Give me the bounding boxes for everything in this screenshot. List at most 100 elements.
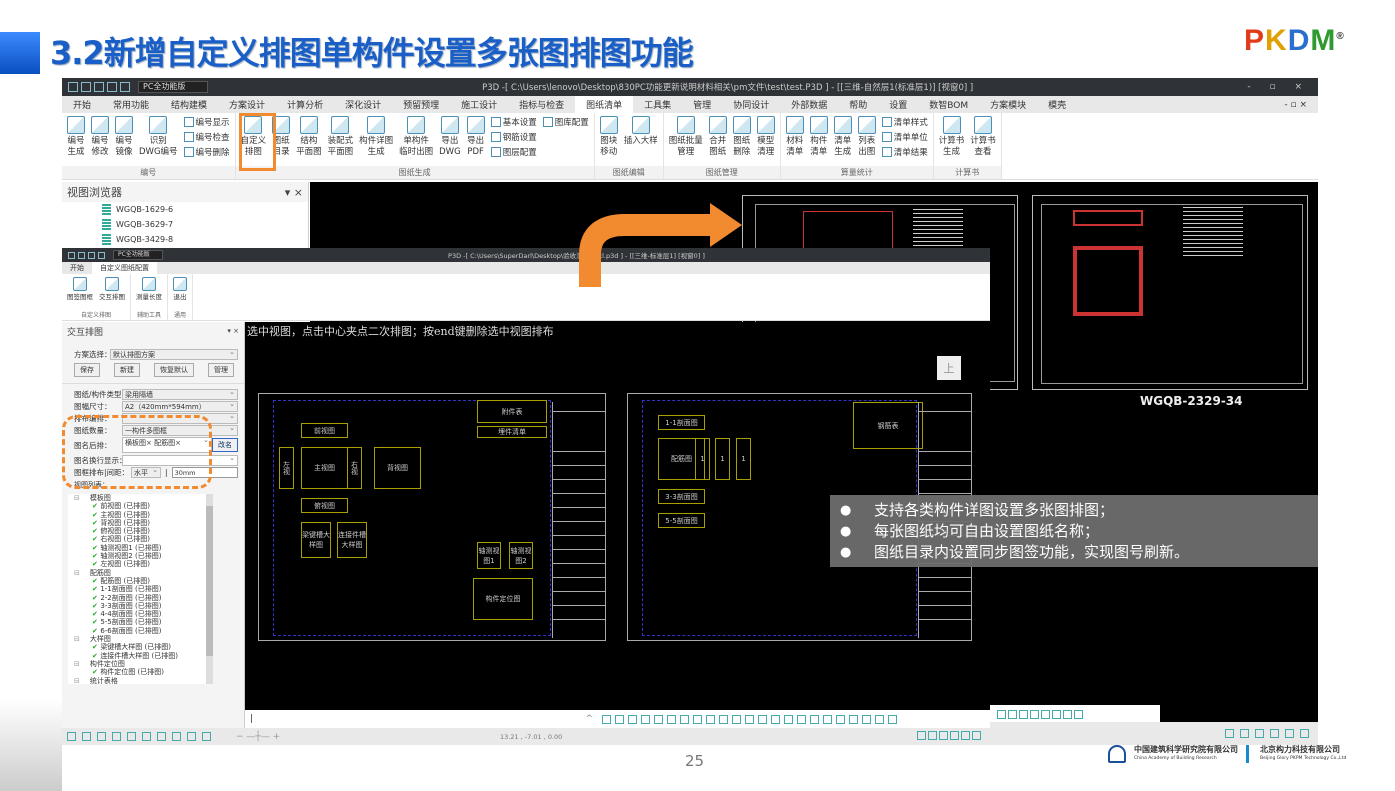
scheme-button-3[interactable]: 管理 xyxy=(208,363,234,377)
status-tool-icon[interactable] xyxy=(187,732,196,741)
status-tool-icon[interactable] xyxy=(82,732,91,741)
tab-2[interactable]: 结构建模 xyxy=(160,96,218,113)
view-placeholder[interactable]: 右视 xyxy=(347,447,362,489)
outer-view-toolbar[interactable] xyxy=(990,705,1160,723)
tree-group[interactable]: ⊟ 统计表格 xyxy=(74,677,206,684)
tree-group[interactable]: ⊟ 构件定位图 xyxy=(74,660,206,668)
tree-item[interactable]: ✔ 1-1剖面图 (已排图) xyxy=(74,585,206,593)
tab-8[interactable]: 指标与检查 xyxy=(508,96,575,113)
zoom-slider[interactable]: − —┼— + xyxy=(236,732,296,742)
tab-3[interactable]: 方案设计 xyxy=(218,96,276,113)
ribbon-button[interactable]: 计算书 查看 xyxy=(967,116,999,166)
status-tool-icon[interactable] xyxy=(67,732,76,741)
tree-expander-icon[interactable]: ⊟ xyxy=(74,569,80,577)
view-placeholder[interactable]: 3-3剖面图 xyxy=(658,489,705,504)
ribbon-button[interactable]: 构件详图 生成 xyxy=(356,116,396,166)
ribbon-button[interactable]: 材料 清单 xyxy=(783,116,807,166)
panel-close-icon[interactable]: ▾ × xyxy=(285,186,303,199)
ribbon-small-button[interactable]: 编号显示 xyxy=(183,116,230,128)
ribbon-button[interactable]: 装配式 平面图 xyxy=(325,116,357,166)
ribbon-button[interactable]: 编号 镜像 xyxy=(112,116,136,166)
ribbon-button[interactable]: 合并 图纸 xyxy=(706,116,730,166)
status-tool-icon[interactable] xyxy=(97,732,106,741)
view-browser-item[interactable]: WGQB-3429-8 xyxy=(102,232,308,247)
view-cube-top-button[interactable]: 上 xyxy=(937,356,961,380)
ribbon-small-button[interactable]: 清单样式 xyxy=(881,116,928,128)
view-placeholder[interactable]: 1 xyxy=(736,438,751,480)
tree-item[interactable]: ✔ 背视图 (已排图) xyxy=(74,519,206,527)
tab-15[interactable]: 设置 xyxy=(878,96,918,113)
view-placeholder[interactable]: 梁键槽大样图 xyxy=(301,522,331,558)
scheme-button-0[interactable]: 保存 xyxy=(74,363,100,377)
ribbon-button[interactable]: 构件 清单 xyxy=(807,116,831,166)
quick-access-toolbar[interactable] xyxy=(62,82,130,92)
view-placeholder[interactable]: 钢筋表 xyxy=(853,402,923,449)
wrap-select[interactable] xyxy=(122,454,238,466)
view-browser-item[interactable]: WGQB-3629-7 xyxy=(102,217,308,232)
tree-item[interactable]: ✔ 3-3剖面图 (已排图) xyxy=(74,602,206,610)
inner-ribbon-button[interactable]: 退出 xyxy=(170,277,190,311)
tab-0[interactable]: 开始 xyxy=(62,96,102,113)
tab-16[interactable]: 数智BOM xyxy=(918,96,979,113)
view-placeholder[interactable]: 5-5剖面图 xyxy=(658,513,705,528)
layout-direction-select[interactable]: 水平 xyxy=(131,466,162,478)
inner-ribbon-button[interactable]: 测量长度 xyxy=(133,277,165,311)
ribbon-button[interactable]: 列表 出图 xyxy=(855,116,879,166)
view-browser-item[interactable]: WGQB-1629-6 xyxy=(102,202,308,217)
inner-mode-select[interactable]: PC全功能版 xyxy=(113,250,163,260)
tab-6[interactable]: 预留预埋 xyxy=(392,96,450,113)
window-controls[interactable]: - ▫ × xyxy=(1247,82,1318,92)
ribbon-small-button[interactable]: 编号删除 xyxy=(183,146,230,158)
outer-status-bar[interactable] xyxy=(990,722,1318,745)
inner-ribbon-button[interactable]: 图签图框 xyxy=(64,277,96,311)
view-placeholder[interactable]: 构件定位图 xyxy=(473,578,533,620)
gap-input[interactable]: 30mm xyxy=(171,466,238,478)
ribbon-button[interactable]: 识别 DWG编号 xyxy=(136,116,181,166)
view-placeholder[interactable]: 主视图 xyxy=(301,447,348,489)
panel-close-icon[interactable]: ▾ × xyxy=(227,327,239,335)
tree-expander-icon[interactable]: ⊟ xyxy=(74,677,80,684)
tree-item[interactable]: ✔ 梁键槽大样图 (已排图) xyxy=(74,643,206,651)
ribbon-small-button[interactable]: 基本设置 xyxy=(490,116,537,128)
view-placeholder[interactable]: 1 xyxy=(715,438,730,480)
ribbon-small-button[interactable]: 图层配置 xyxy=(490,146,537,158)
view-placeholder[interactable]: 左视 xyxy=(279,447,294,489)
tab-12[interactable]: 协同设计 xyxy=(722,96,780,113)
field-select[interactable]: 一构件多图框 xyxy=(122,424,238,436)
tree-group[interactable]: ⊟ 配筋图 xyxy=(74,569,206,577)
ribbon-small-button[interactable]: 图库配置 xyxy=(542,116,589,128)
tree-item[interactable]: ✔ 主视图 (已排图) xyxy=(74,511,206,519)
tab-1[interactable]: 常用功能 xyxy=(102,96,160,113)
ribbon-button[interactable]: 清单 生成 xyxy=(831,116,855,166)
tree-expander-icon[interactable]: ⊟ xyxy=(74,660,80,668)
field-select[interactable]: 梁用隔墙 xyxy=(122,388,238,400)
ribbon-button[interactable]: 图纸 目录 xyxy=(269,116,293,166)
ribbon-small-button[interactable]: 清单单位 xyxy=(881,131,928,143)
status-tool-icon[interactable] xyxy=(202,732,211,741)
scheme-button-1[interactable]: 新建 xyxy=(114,363,140,377)
ribbon-button[interactable]: 导出 PDF xyxy=(464,116,488,166)
view-placeholder[interactable]: 前视图 xyxy=(301,423,348,438)
ribbon-button[interactable]: 插入大样 xyxy=(621,116,661,166)
ribbon-window-controls[interactable]: - ▫ × xyxy=(1273,96,1318,113)
view-placeholder[interactable]: 连接件槽大样图 xyxy=(337,522,367,558)
tab-4[interactable]: 计算分析 xyxy=(276,96,334,113)
tree-item[interactable]: ✔ 左视图 (已排图) xyxy=(74,560,206,568)
tab-7[interactable]: 施工设计 xyxy=(450,96,508,113)
ribbon-small-button[interactable]: 编号检查 xyxy=(183,131,230,143)
status-tool-icon[interactable] xyxy=(172,732,181,741)
view-tree[interactable]: ⊟ 模板图 ✔ 前视图 (已排图) ✔ 主视图 (已排图) ✔ 背视图 (已排图) ✔ 俯… xyxy=(68,494,206,684)
ribbon-button[interactable]: 结构 平面图 xyxy=(293,116,325,166)
command-line[interactable]: | ^ xyxy=(245,710,990,728)
view-placeholder[interactable]: 轴测视图1 xyxy=(477,542,501,569)
ribbon-button[interactable]: 图块 移动 xyxy=(597,116,621,166)
inner-ribbon-button[interactable]: 交互排图 xyxy=(96,277,128,311)
inner-tab-1[interactable]: 自定义图纸配置 xyxy=(92,262,157,274)
tab-18[interactable]: 模壳 xyxy=(1037,96,1077,113)
scheme-button-2[interactable]: 恢复默认 xyxy=(154,363,194,377)
ribbon-button[interactable]: 自定义 排图 xyxy=(238,116,270,166)
tree-item[interactable]: ✔ 5-5剖面图 (已排图) xyxy=(74,618,206,626)
view-placeholder[interactable]: 附件表 xyxy=(477,400,547,423)
tab-9[interactable]: 图纸清单 xyxy=(575,96,634,113)
name-tags-input[interactable]: 横板图× 配筋图× xyxy=(122,437,212,453)
